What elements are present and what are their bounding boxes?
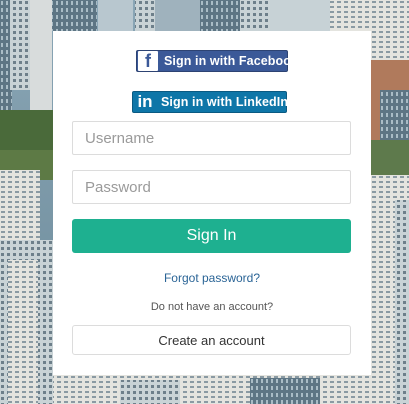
linkedin-signin-button[interactable]: in Sign in with LinkedIn <box>132 91 289 113</box>
forgot-password-link[interactable]: Forgot password? <box>53 271 371 285</box>
login-card: f Sign in with Facebook in Sign in with … <box>53 31 371 375</box>
username-input[interactable] <box>72 121 351 155</box>
facebook-icon: f <box>138 51 158 71</box>
password-input[interactable] <box>72 170 351 204</box>
linkedin-signin-label: Sign in with LinkedIn <box>161 95 289 109</box>
facebook-signin-label: Sign in with Facebook <box>164 54 299 68</box>
linkedin-icon: in <box>137 92 153 111</box>
no-account-text: Do not have an account? <box>150 301 274 313</box>
create-account-button[interactable]: Create an account <box>72 325 351 355</box>
facebook-signin-button[interactable]: f Sign in with Facebook <box>136 50 298 72</box>
signin-button[interactable]: Sign In <box>72 219 351 253</box>
